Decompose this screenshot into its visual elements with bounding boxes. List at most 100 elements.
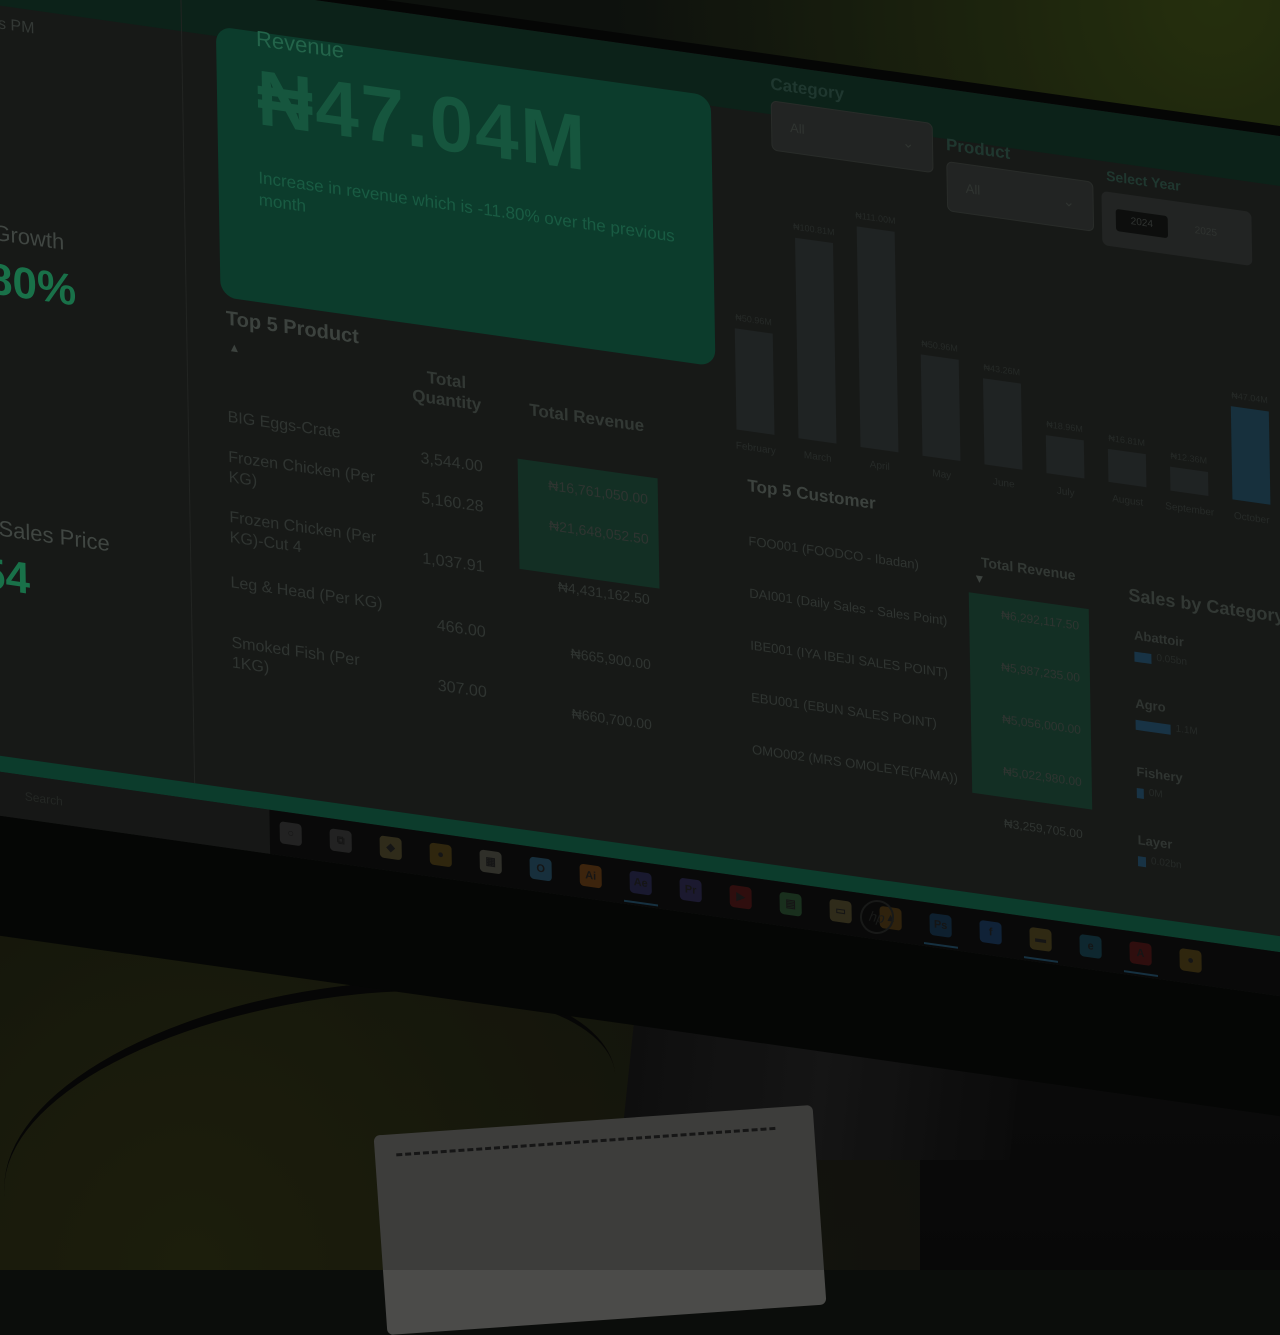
sales-by-category-title: Sales by Category bbox=[1128, 584, 1280, 627]
customer-name: IBE001 (IYA IBEJI SALES POINT) bbox=[750, 637, 949, 681]
chart-bar[interactable] bbox=[1107, 448, 1147, 488]
customer-name: DAI001 (Daily Sales - Sales Point) bbox=[749, 585, 948, 629]
notes-icon[interactable]: ▭ bbox=[829, 898, 852, 924]
category-bar[interactable] bbox=[1135, 719, 1171, 735]
chevron-down-icon: ⌄ bbox=[902, 133, 915, 152]
taskbar: ○ ⧉ ◆ ● ▦ O Ai Ae Pr ▶ ▤ ▭ ▲ Ps f ▬ e A ● bbox=[269, 809, 1280, 1003]
product-quantity: 5,160.28 bbox=[421, 490, 484, 516]
revenue-note: Increase in revenue which is -11.80% ove… bbox=[258, 168, 675, 246]
kpi-price-label: e Sales Price bbox=[0, 513, 110, 557]
product-name: Smoked Fish (Per 1KG) bbox=[231, 634, 360, 677]
chart-x-tick-label: October bbox=[1233, 510, 1270, 527]
product-name: Leg & Head (Per KG) bbox=[230, 574, 383, 613]
product-quantity: 3,544.00 bbox=[420, 449, 483, 476]
product-revenue: ₦660,700.00 bbox=[571, 705, 653, 733]
chart-bar[interactable] bbox=[1045, 435, 1085, 479]
youtube-icon[interactable]: ▶ bbox=[729, 884, 752, 910]
chart-data-label: ₦111.00M bbox=[855, 210, 896, 226]
file-explorer-icon[interactable]: ▬ bbox=[1029, 926, 1052, 952]
kpi-top-sub: % vs PM bbox=[0, 12, 35, 38]
chart-data-label: ₦47.04M bbox=[1231, 389, 1268, 406]
kpi-growth-label: e Growth bbox=[0, 217, 65, 255]
chart-bar[interactable] bbox=[734, 328, 775, 435]
widgets-icon[interactable]: ◆ bbox=[379, 835, 402, 861]
cortana-icon[interactable]: ○ bbox=[279, 821, 302, 847]
chart-data-label: ₦18.96M bbox=[1046, 419, 1083, 435]
chart-x-tick-label: March bbox=[803, 449, 832, 465]
chart-bar[interactable] bbox=[1230, 405, 1271, 505]
category-name: Abattoir bbox=[1133, 627, 1185, 650]
taskbar-active-indicator bbox=[1023, 956, 1058, 963]
product-name: BIG Eggs-Crate bbox=[227, 408, 341, 442]
customer-revenue: ₦3,259,705.00 bbox=[1003, 816, 1083, 842]
chart-data-label: ₦50.96M bbox=[921, 338, 958, 354]
sort-desc-icon[interactable]: ▼ bbox=[973, 571, 985, 587]
product-name: Frozen Chicken (Per KG) bbox=[228, 448, 376, 490]
customer-name: EBU001 (EBUN SALES POINT) bbox=[751, 689, 937, 731]
chart-x-tick-label: April bbox=[869, 459, 890, 474]
kpi-top-value: 164 bbox=[0, 0, 38, 6]
category-name: Fishery bbox=[1136, 763, 1183, 786]
chart-bar[interactable] bbox=[1170, 466, 1209, 497]
top-products-header-revenue[interactable]: Total Revenue bbox=[517, 398, 657, 438]
category-bar[interactable] bbox=[1134, 651, 1152, 665]
chrome-icon[interactable]: ● bbox=[429, 842, 452, 868]
revenue-value: ₦47.04M bbox=[256, 52, 589, 188]
kpi-panel: 164 % vs PM e Growth .80% e Sales Price … bbox=[0, 0, 196, 784]
chevron-down-icon: ⌄ bbox=[1062, 192, 1075, 211]
kpi-price-value: 54 bbox=[0, 547, 31, 605]
category-value: 0.02bn bbox=[1150, 855, 1182, 872]
facebook-icon[interactable]: f bbox=[979, 919, 1002, 945]
category-bar[interactable] bbox=[1136, 787, 1144, 799]
top-customers-header-revenue[interactable]: Total Revenue bbox=[968, 552, 1088, 585]
category-dropdown-value: All bbox=[789, 119, 805, 138]
sort-asc-icon[interactable]: ▲ bbox=[228, 340, 240, 356]
taskbar-active-indicator bbox=[624, 899, 659, 907]
product-name: Frozen Chicken (Per KG)-Cut 4 bbox=[229, 509, 377, 557]
edge-icon[interactable]: e bbox=[1079, 933, 1102, 960]
category-name: Agro bbox=[1135, 695, 1166, 716]
chart-x-tick-label: September bbox=[1165, 500, 1215, 519]
taskbar-active-indicator bbox=[1123, 970, 1158, 977]
category-value: 1.1M bbox=[1175, 723, 1198, 738]
acrobat-icon[interactable]: A bbox=[1129, 940, 1152, 967]
monitor-bezel: 164 % vs PM e Growth .80% e Sales Price … bbox=[0, 0, 1280, 1125]
photoshop-icon[interactable]: Ps bbox=[929, 912, 952, 938]
after-effects-icon[interactable]: Ae bbox=[629, 870, 652, 896]
top-products-title: Top 5 Product bbox=[225, 307, 360, 349]
year-filter-label: Select Year bbox=[1105, 167, 1181, 195]
store-icon[interactable]: ▦ bbox=[479, 849, 502, 875]
product-quantity: 307.00 bbox=[437, 677, 487, 702]
taskbar-active-indicator bbox=[923, 941, 958, 949]
chart-x-tick-label: June bbox=[992, 476, 1015, 491]
product-dropdown-value: All bbox=[965, 180, 981, 198]
chart-x-tick-label: February bbox=[735, 440, 776, 458]
taskbar-search-text: Search bbox=[24, 789, 63, 809]
outlook-icon[interactable]: O bbox=[529, 856, 552, 882]
kpi-growth-value: .80% bbox=[0, 252, 77, 316]
product-quantity: 466.00 bbox=[436, 617, 486, 642]
category-name: Layer bbox=[1137, 832, 1173, 852]
monitor: 164 % vs PM e Growth .80% e Sales Price … bbox=[0, 0, 1280, 1140]
chart-bar[interactable] bbox=[920, 354, 961, 462]
top-products-header-qty[interactable]: Total Quantity bbox=[396, 364, 497, 418]
chart-x-tick-label: July bbox=[1056, 485, 1075, 500]
chrome-alt-icon[interactable]: ● bbox=[1179, 947, 1202, 974]
category-value: 0.05bn bbox=[1156, 652, 1188, 669]
chart-bar[interactable] bbox=[856, 226, 899, 453]
chart-bar[interactable] bbox=[795, 237, 837, 444]
category-bar[interactable] bbox=[1137, 856, 1147, 868]
chart-x-tick-label: May bbox=[932, 468, 952, 482]
premiere-icon[interactable]: Pr bbox=[679, 877, 702, 903]
illustrator-icon[interactable]: Ai bbox=[579, 863, 602, 889]
sheets-icon[interactable]: ▤ bbox=[779, 891, 802, 917]
customer-name: FOO001 (FOODCO - Ibadan) bbox=[748, 533, 920, 573]
dashboard-screen: 164 % vs PM e Growth .80% e Sales Price … bbox=[0, 0, 1280, 1003]
product-revenue: ₦665,900.00 bbox=[570, 645, 651, 673]
chart-bar[interactable] bbox=[982, 378, 1023, 470]
task-view-icon[interactable]: ⧉ bbox=[329, 828, 352, 854]
chart-data-label: ₦16.81M bbox=[1108, 432, 1146, 448]
chart-data-label: ₦12.36M bbox=[1170, 450, 1208, 466]
chart-data-label: ₦100.81M bbox=[792, 221, 835, 238]
customer-name: OMO002 (MRS OMOLEYE(FAMA)) bbox=[751, 741, 959, 786]
